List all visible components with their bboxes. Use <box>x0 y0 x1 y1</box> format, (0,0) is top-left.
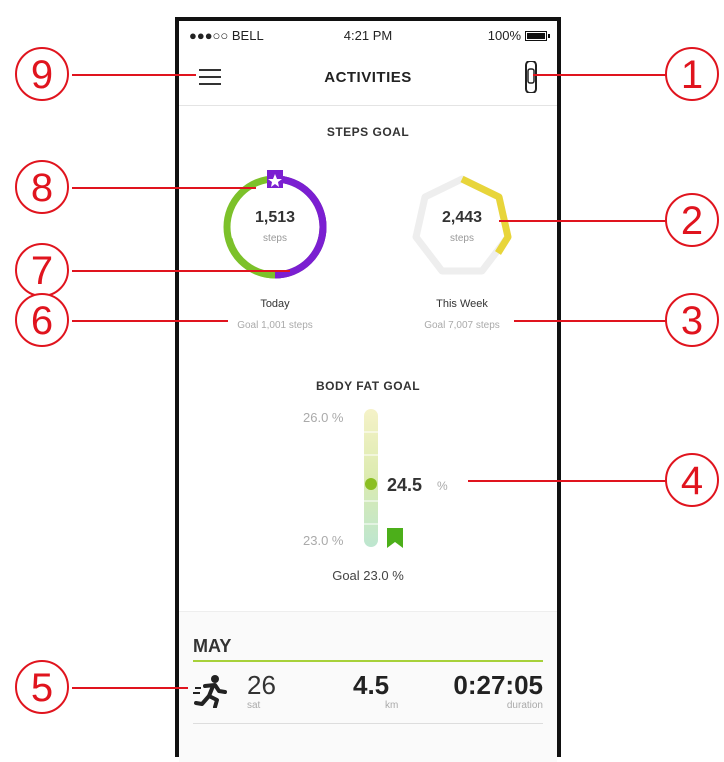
body-fat-title: BODY FAT GOAL <box>315 379 421 393</box>
phone-screen: ●●●○○ BELL 4:21 PM 100% ACTIVITIES STEPS… <box>175 17 561 762</box>
nav-bar: ACTIVITIES <box>179 49 557 106</box>
battery-status: 100% <box>487 28 550 43</box>
body-fat-top-label: 26.0 % <box>303 410 344 425</box>
today-steps-unit: steps <box>263 233 287 244</box>
activity-duration-unit: duration <box>506 700 543 711</box>
battery-percent: 100% <box>487 28 521 43</box>
week-steps-value: 2,443 <box>441 209 483 226</box>
row-divider <box>193 723 543 724</box>
battery-icon <box>525 30 550 41</box>
activity-weekday: sat <box>247 700 261 711</box>
callout-7: 7 <box>15 243 69 297</box>
callout-line-3 <box>514 320 667 322</box>
week-steps-unit: steps <box>450 233 474 244</box>
page-title: ACTIVITIES <box>324 69 412 86</box>
callout-8: 8 <box>15 160 69 214</box>
week-label: This Week <box>436 298 488 310</box>
month-header: MAY <box>193 636 232 656</box>
today-steps-ring[interactable]: 1,513 steps <box>215 167 335 287</box>
activity-duration: 0:27:05 <box>453 670 543 700</box>
activity-row[interactable]: 26 sat 4.5 km 0:27:05 duration <box>193 670 543 718</box>
callout-2: 2 <box>665 193 719 247</box>
goal-flag-icon <box>387 528 403 548</box>
callout-line-7 <box>72 270 290 272</box>
today-ring-graphic <box>223 170 327 279</box>
status-bar: ●●●○○ BELL 4:21 PM 100% <box>179 21 557 49</box>
activity-list: MAY 26 sat 4.5 km 0:27:05 duration <box>179 611 557 762</box>
callout-line-1 <box>533 74 667 76</box>
callout-6: 6 <box>15 293 69 347</box>
callout-line-6 <box>72 320 228 322</box>
running-icon <box>193 675 227 708</box>
activity-distance: 4.5 <box>353 670 390 700</box>
body-fat-goal: Goal 23.0 % <box>332 568 404 583</box>
activity-day: 26 <box>247 670 276 700</box>
week-ring-graphic <box>412 175 512 275</box>
body-fat-bar[interactable] <box>362 409 382 549</box>
body-fat-bottom-label: 23.0 % <box>303 533 344 548</box>
callout-9: 9 <box>15 47 69 101</box>
activity-distance-unit: km <box>385 700 399 711</box>
callout-line-2 <box>499 220 667 222</box>
callout-5: 5 <box>15 660 69 714</box>
today-label: Today <box>260 298 290 310</box>
callout-1: 1 <box>665 47 719 101</box>
callout-line-4 <box>468 480 667 482</box>
watch-icon[interactable] <box>523 61 539 93</box>
body-fat-current-unit: % <box>437 479 448 493</box>
callout-3: 3 <box>665 293 719 347</box>
today-steps-value: 1,513 <box>254 209 296 226</box>
callout-line-9 <box>72 74 196 76</box>
callout-line-5 <box>72 687 188 689</box>
steps-goal-title: STEPS GOAL <box>326 125 410 139</box>
callout-4: 4 <box>665 453 719 507</box>
body-fat-current-value: 24.5 <box>387 475 423 495</box>
month-divider <box>193 660 543 662</box>
callout-line-8 <box>72 187 256 189</box>
week-steps-ring[interactable]: 2,443 steps <box>402 167 522 287</box>
